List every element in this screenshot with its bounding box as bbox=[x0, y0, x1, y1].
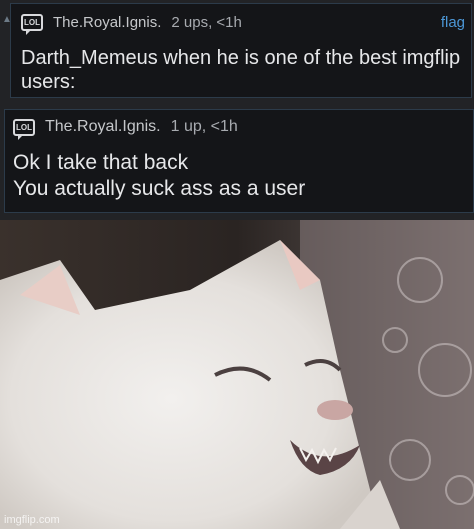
comment-meta: LOL The.Royal.Ignis. 2 ups, <1h bbox=[21, 14, 242, 35]
flag-link[interactable]: flag bbox=[441, 14, 465, 31]
lol-speech-bubble-icon[interactable]: LOL bbox=[21, 14, 43, 35]
comment: LOL The.Royal.Ignis. 1 up, <1h Ok I take… bbox=[4, 109, 474, 213]
cat-photo-illustration bbox=[0, 220, 474, 529]
comment-text: Darth_Memeus when he is one of the best … bbox=[21, 47, 461, 93]
comment-meta: LOL The.Royal.Ignis. 1 up, <1h bbox=[13, 118, 238, 140]
comment-votes: 1 up, <1h bbox=[170, 118, 238, 135]
comment-text: Ok I take that back You actually suck as… bbox=[13, 151, 306, 200]
lol-speech-bubble-icon[interactable]: LOL bbox=[13, 118, 35, 140]
imgflip-watermark: imgflip.com bbox=[4, 514, 60, 526]
comment-votes: 2 ups, <1h bbox=[171, 14, 242, 31]
comment-username[interactable]: The.Royal.Ignis. bbox=[45, 118, 161, 136]
comment-username[interactable]: The.Royal.Ignis. bbox=[53, 14, 161, 31]
laughing-cat-photo: imgflip.com bbox=[0, 220, 474, 529]
comment: LOL The.Royal.Ignis. 2 ups, <1h flag Dar… bbox=[10, 3, 472, 98]
